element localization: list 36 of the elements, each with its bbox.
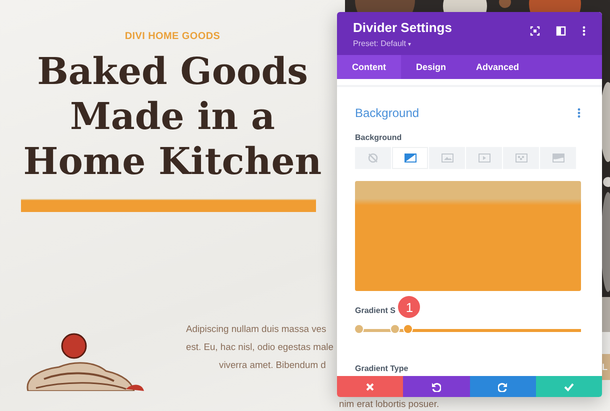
redo-icon bbox=[498, 382, 508, 392]
pattern-icon bbox=[514, 152, 528, 164]
play-icon bbox=[478, 152, 490, 164]
no-color-icon bbox=[366, 152, 380, 164]
slider-handle[interactable] bbox=[354, 324, 364, 334]
expand-icon[interactable] bbox=[530, 26, 540, 36]
paragraph-line: est. Eu, hac nisl, odio egestas male bbox=[186, 340, 334, 354]
menu-icon[interactable] bbox=[577, 108, 581, 118]
mask-icon bbox=[552, 152, 564, 164]
heading-line: Baked Goods bbox=[37, 49, 308, 94]
paragraph-line: nim erat lobortis posuer. bbox=[339, 398, 440, 410]
gradient-icon bbox=[404, 152, 416, 164]
field-label: Background bbox=[355, 133, 403, 142]
check-icon bbox=[564, 382, 574, 392]
paragraph-line: Adipiscing nullam duis massa ves bbox=[186, 322, 328, 336]
slider-handle[interactable] bbox=[402, 324, 413, 334]
tab[interactable]: Content bbox=[337, 55, 401, 79]
undo-button[interactable] bbox=[403, 376, 470, 397]
eyebrow-text: DIVI HOME GOODS bbox=[124, 31, 220, 42]
sidebar-icon[interactable] bbox=[556, 26, 566, 36]
field-label: Gradient S bbox=[355, 306, 396, 315]
section-title: Background bbox=[355, 106, 420, 120]
panel-title: Divider Settings bbox=[353, 20, 452, 35]
close-icon bbox=[365, 382, 376, 392]
step-badge: 1 bbox=[398, 296, 420, 318]
heading-line: Made in a bbox=[70, 94, 276, 139]
tab[interactable]: Design bbox=[401, 55, 462, 79]
tab[interactable]: Advanced bbox=[461, 55, 534, 79]
undo-icon bbox=[431, 382, 442, 392]
menu-icon[interactable] bbox=[582, 26, 586, 36]
image-icon bbox=[440, 152, 454, 164]
redo-button[interactable] bbox=[470, 376, 536, 397]
field-label: Gradient Type bbox=[355, 364, 410, 373]
paragraph-line: viverra amet. Bibendum d bbox=[218, 358, 327, 372]
heading-line: Home Kitchen bbox=[23, 139, 322, 184]
slider-handle[interactable] bbox=[390, 324, 400, 334]
